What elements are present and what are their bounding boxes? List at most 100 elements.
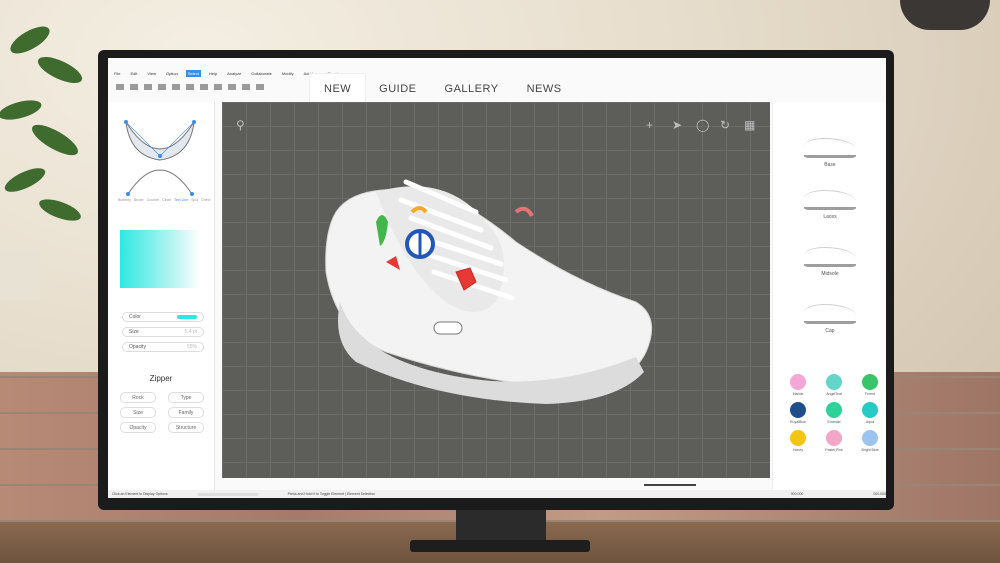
pill-size[interactable]: Size xyxy=(120,407,156,418)
color-swatch-item[interactable]: Bright Blue xyxy=(853,430,886,452)
menu-item[interactable]: Analyze xyxy=(225,70,243,77)
canvas-scrollbar[interactable] xyxy=(644,484,696,486)
mini-tab[interactable]: Direct xyxy=(201,198,210,202)
tool-shape-icon[interactable] xyxy=(144,84,152,90)
status-bar: Click an Element to Display Options Pres… xyxy=(108,490,886,498)
shoe-3d-model[interactable] xyxy=(316,152,656,412)
plant xyxy=(0,26,83,300)
search-icon[interactable]: ⚲ xyxy=(236,118,245,132)
app-screen: File Edit View Option Select Help Analyze Colla… xyxy=(108,58,886,498)
part-label: Base xyxy=(824,162,836,168)
mini-tab[interactable]: Butterfly xyxy=(118,198,131,202)
tool-shape-icon[interactable] xyxy=(256,84,264,90)
status-message: Press and Hold H to Toggle Element | Ele… xyxy=(287,492,376,496)
color-dot[interactable] xyxy=(862,374,878,390)
color-dot[interactable] xyxy=(862,430,878,446)
color-field[interactable]: Color xyxy=(122,312,204,322)
pill-family[interactable]: Family xyxy=(168,407,204,418)
part-laces[interactable]: Laces xyxy=(773,190,886,220)
part-midsole[interactable]: Midsole xyxy=(773,247,886,277)
color-swatch-item[interactable]: Marble xyxy=(781,374,815,396)
status-progress xyxy=(197,492,258,496)
menu-item[interactable]: View xyxy=(145,70,158,77)
mask-icon[interactable]: ◯ xyxy=(696,118,709,132)
pill-structure[interactable]: Structure xyxy=(168,422,204,433)
tool-shape-icon[interactable] xyxy=(158,84,166,90)
color-swatch-item[interactable]: Honey xyxy=(781,430,815,452)
color-swatch[interactable] xyxy=(177,315,197,319)
part-cap[interactable]: Cap xyxy=(773,304,886,334)
pill-rock[interactable]: Rock xyxy=(120,392,156,403)
color-name: RoyalBlue xyxy=(790,420,806,424)
color-dot[interactable] xyxy=(790,374,806,390)
opacity-label: Opacity xyxy=(129,344,146,350)
shoe-outline-icon xyxy=(804,138,856,158)
color-swatch-item[interactable]: Aqua xyxy=(853,402,886,424)
part-label: Cap xyxy=(825,328,835,334)
color-dot[interactable] xyxy=(826,402,842,418)
opacity-field[interactable]: Opacity 55% xyxy=(122,342,204,352)
menu-item[interactable]: Modify xyxy=(280,70,296,77)
color-swatch-item[interactable]: Forest xyxy=(853,374,886,396)
menu-item[interactable]: Option xyxy=(164,70,180,77)
trash-icon[interactable]: ▦ xyxy=(744,118,755,132)
color-swatch-item[interactable]: Pastel Pink xyxy=(817,430,851,452)
design-canvas[interactable]: ⚲ + ➤ ◯ ↻ ▦ xyxy=(222,102,770,478)
add-icon[interactable]: + xyxy=(646,118,653,132)
tool-shape-icon[interactable] xyxy=(172,84,180,90)
color-name: Pastel Pink xyxy=(825,448,843,452)
color-dot[interactable] xyxy=(790,430,806,446)
shoe-outline-icon xyxy=(804,304,856,324)
size-field[interactable]: Size 5.4 pt xyxy=(122,327,204,337)
color-label: Color xyxy=(129,314,141,320)
tool-rect-icon[interactable] xyxy=(116,84,124,90)
color-name: Emerald xyxy=(827,420,841,424)
pill-opacity[interactable]: Opacity xyxy=(120,422,156,433)
tool-shape-icon[interactable] xyxy=(228,84,236,90)
section-title: Zipper xyxy=(149,374,173,383)
curve-editor[interactable] xyxy=(120,116,200,196)
mini-tab[interactable]: Bezier xyxy=(134,198,144,202)
color-swatch-item[interactable]: RoyalBlue xyxy=(781,402,815,424)
color-swatch-item[interactable]: Emerald xyxy=(817,402,851,424)
part-base[interactable]: Base xyxy=(773,138,886,168)
tool-shape-icon[interactable] xyxy=(242,84,250,90)
color-palette: Marble AngelTeal Forest RoyalBlue Emerald Aqu… xyxy=(781,374,886,452)
mini-tab[interactable]: Circle xyxy=(162,198,171,202)
color-name: Honey xyxy=(792,448,804,452)
menu-item[interactable]: File xyxy=(112,70,122,77)
pointer-icon[interactable]: ➤ xyxy=(672,118,682,132)
color-swatch-item[interactable]: AngelTeal xyxy=(817,374,851,396)
tool-shape-icon[interactable] xyxy=(214,84,222,90)
color-name: Bright Blue xyxy=(861,448,879,452)
option-pills: Rock Type Size Family Opacity Structure xyxy=(120,392,204,433)
rotate-icon[interactable]: ↻ xyxy=(720,118,730,132)
size-label: Size xyxy=(129,329,139,335)
color-name: AngelTeal xyxy=(826,392,842,396)
color-dot[interactable] xyxy=(862,402,878,418)
mini-tab[interactable]: Counter xyxy=(147,198,159,202)
tool-shape-icon[interactable] xyxy=(200,84,208,90)
status-coord-x: 000.000 xyxy=(790,492,804,496)
tool-shape-icon[interactable] xyxy=(186,84,194,90)
tab-gallery[interactable]: GALLERY xyxy=(431,74,513,104)
mini-tab[interactable]: Spot xyxy=(191,198,198,202)
menu-item[interactable]: Collaborate xyxy=(249,70,273,77)
color-dot[interactable] xyxy=(826,374,842,390)
tab-guide[interactable]: GUIDE xyxy=(365,74,430,104)
color-dot[interactable] xyxy=(790,402,806,418)
nav-tabs: NEW GUIDE GALLERY NEWS xyxy=(310,74,576,104)
color-gradient-preview[interactable] xyxy=(120,230,200,288)
menu-item[interactable]: Help xyxy=(207,70,219,77)
tab-new[interactable]: NEW xyxy=(310,74,366,104)
tab-news[interactable]: NEWS xyxy=(513,74,576,104)
shoe-outline-icon xyxy=(804,247,856,267)
menu-item[interactable]: Edit xyxy=(128,70,139,77)
mini-tab[interactable]: Text Line xyxy=(174,198,188,202)
status-coord-y: 000.000 xyxy=(873,492,886,496)
menu-item[interactable]: Select xyxy=(185,69,201,77)
monitor-foot xyxy=(410,540,590,552)
color-dot[interactable] xyxy=(826,430,842,446)
pill-type[interactable]: Type xyxy=(168,392,204,403)
tool-line-icon[interactable] xyxy=(130,84,138,90)
